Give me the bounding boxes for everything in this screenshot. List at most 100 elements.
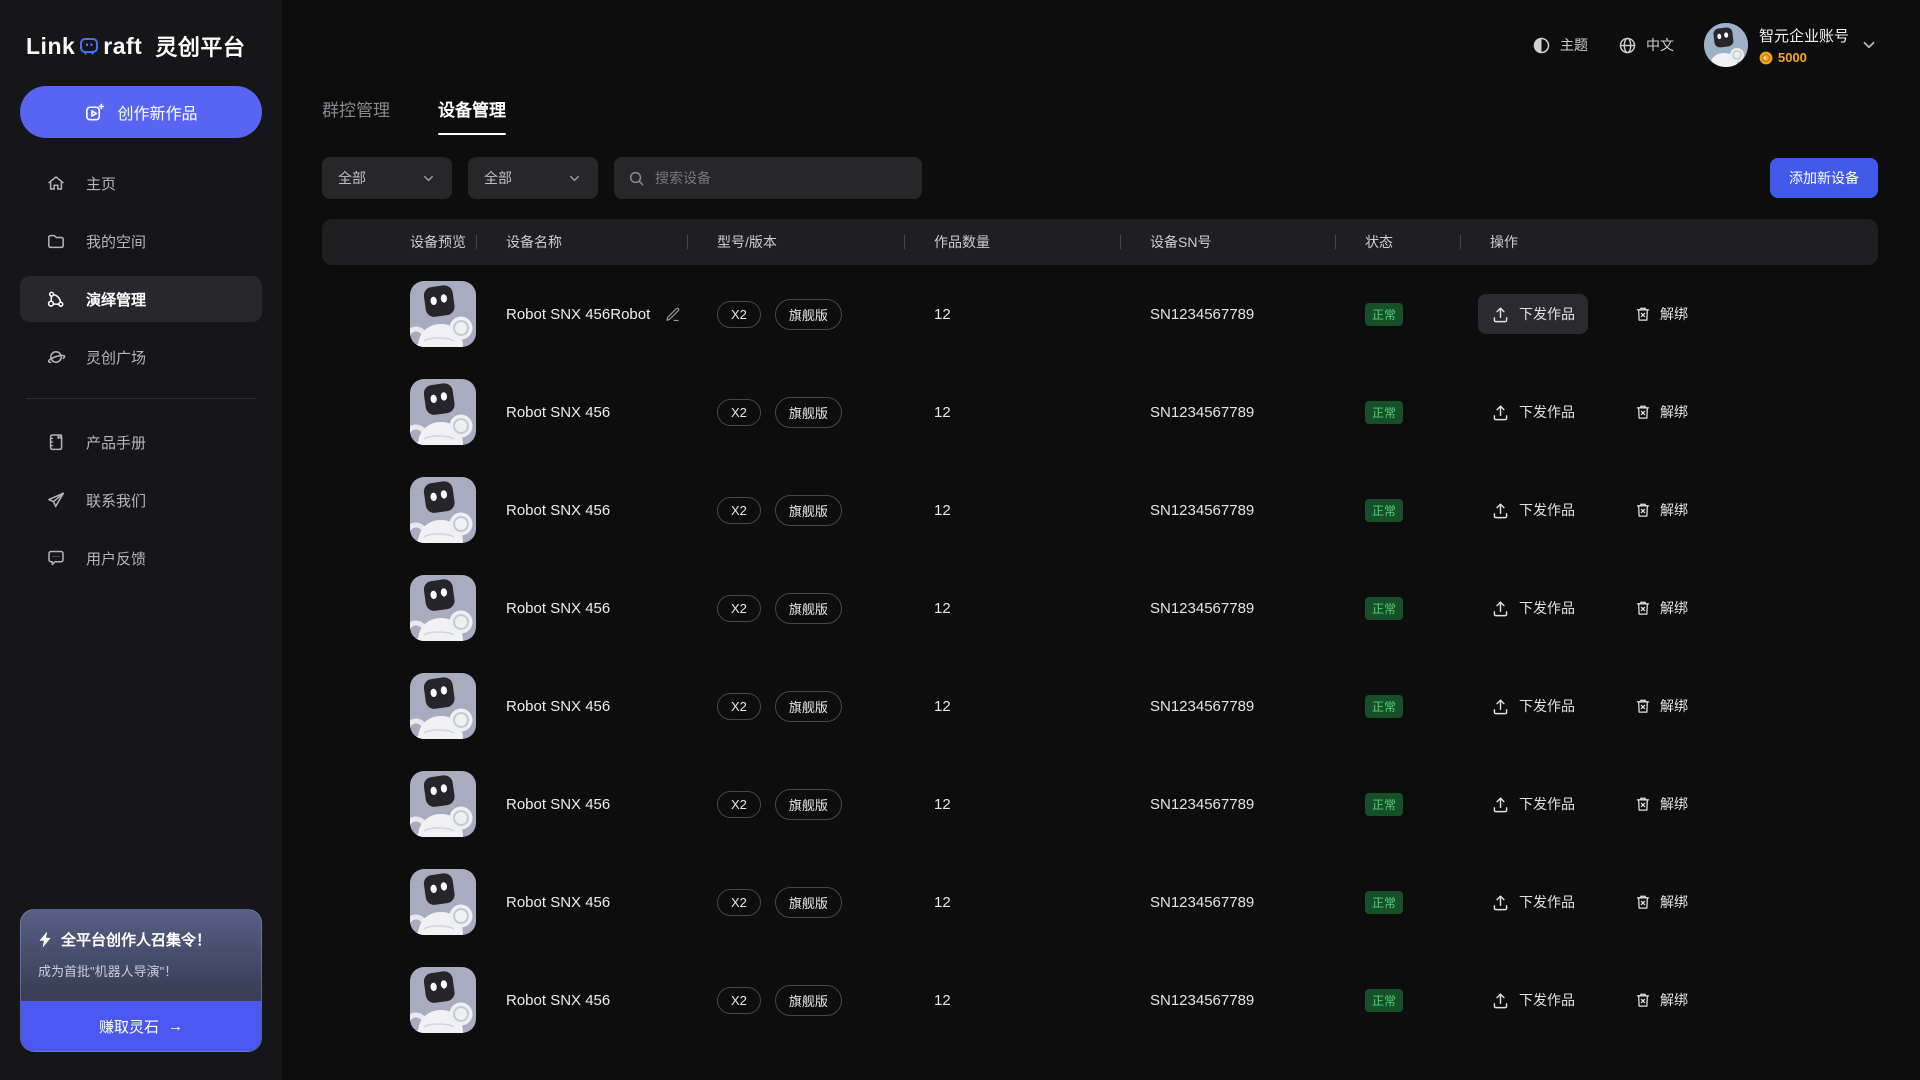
serial-number: SN1234567789 [1150,796,1254,813]
upload-icon [1491,305,1510,324]
search-input[interactable] [655,170,908,186]
trash-x-icon [1634,599,1652,617]
sidebar-item-label: 产品手册 [86,432,146,453]
account-name: 智元企业账号 [1759,25,1849,46]
planet-icon [46,347,66,367]
actions-cell: 下发作品 解绑 [1460,490,1878,530]
deploy-button[interactable]: 下发作品 [1478,294,1588,334]
unbind-label: 解绑 [1660,892,1688,912]
language-switcher[interactable]: 中文 [1618,35,1674,55]
tab-device-management[interactable]: 设备管理 [438,96,506,135]
actions-cell: 下发作品 解绑 [1460,784,1878,824]
unbind-label: 解绑 [1660,500,1688,520]
filter-dropdown-1[interactable]: 全部 [322,157,452,199]
status-badge: 正常 [1365,597,1403,620]
unbind-label: 解绑 [1660,304,1688,324]
sidebar-item-home[interactable]: 主页 [20,160,262,206]
search-icon [628,170,645,187]
status-badge: 正常 [1365,695,1403,718]
arrow-right-icon: → [168,1018,183,1035]
version-badge: 旗舰版 [775,887,842,918]
sidebar-item-label: 演绎管理 [86,289,146,310]
deploy-button[interactable]: 下发作品 [1478,980,1588,1020]
robot-face-logo-icon [78,35,100,57]
edit-name-icon[interactable] [664,306,681,323]
lightning-icon [38,931,53,948]
trash-x-icon [1634,305,1652,323]
version-badge: 旗舰版 [775,789,842,820]
deploy-button[interactable]: 下发作品 [1478,392,1588,432]
device-preview-cell [322,771,476,837]
sidebar-item-feedback[interactable]: 用户反馈 [20,535,262,581]
model-badge: X2 [717,889,761,916]
tab-group-control[interactable]: 群控管理 [322,96,390,135]
add-device-button[interactable]: 添加新设备 [1770,158,1878,198]
serial-number: SN1234567789 [1150,894,1254,911]
works-count: 12 [934,306,951,323]
model-badge: X2 [717,399,761,426]
coin-icon [1759,51,1773,65]
create-work-icon [84,102,105,123]
deploy-button[interactable]: 下发作品 [1478,686,1588,726]
theme-label: 主题 [1560,35,1588,55]
unbind-button[interactable]: 解绑 [1634,304,1688,324]
model-version-cell: X2 旗舰版 [687,887,904,918]
sidebar-item-performance-management[interactable]: 演绎管理 [20,276,262,322]
unbind-button[interactable]: 解绑 [1634,794,1688,814]
sidebar-item-plaza[interactable]: 灵创广场 [20,334,262,380]
unbind-button[interactable]: 解绑 [1634,500,1688,520]
serial-number: SN1234567789 [1150,502,1254,519]
sidebar-item-contact-us[interactable]: 联系我们 [20,477,262,523]
works-count-cell: 12 [904,894,1120,911]
deploy-button[interactable]: 下发作品 [1478,588,1588,628]
send-icon [46,490,66,510]
version-badge: 旗舰版 [775,593,842,624]
unbind-button[interactable]: 解绑 [1634,598,1688,618]
device-preview-cell [322,281,476,347]
trash-x-icon [1634,697,1652,715]
status-badge: 正常 [1365,891,1403,914]
deploy-button[interactable]: 下发作品 [1478,490,1588,530]
deploy-button[interactable]: 下发作品 [1478,882,1588,922]
filter-dropdown-2[interactable]: 全部 [468,157,598,199]
device-preview-cell [322,869,476,935]
column-header-preview: 设备预览 [322,232,476,252]
device-name-cell: Robot SNX 456 [476,992,687,1009]
device-name: Robot SNX 456 [506,502,610,519]
device-name-cell: Robot SNX 456 [476,698,687,715]
device-name-cell: Robot SNX 456 [476,894,687,911]
table-row: Robot SNX 456 X2 旗舰版 12 SN1234567789 正常 [322,657,1878,755]
dropdown-value: 全部 [484,168,512,188]
unbind-button[interactable]: 解绑 [1634,892,1688,912]
unbind-button[interactable]: 解绑 [1634,402,1688,422]
avatar [1704,23,1748,67]
unbind-button[interactable]: 解绑 [1634,696,1688,716]
deploy-button[interactable]: 下发作品 [1478,784,1588,824]
device-preview-cell [322,967,476,1033]
earn-gems-button[interactable]: 赚取灵石 → [21,1001,261,1051]
account-menu[interactable]: 智元企业账号 5000 [1704,23,1878,67]
model-version-cell: X2 旗舰版 [687,789,904,820]
create-work-button[interactable]: 创作新作品 [20,86,262,138]
serial-number-cell: SN1234567789 [1120,894,1335,911]
serial-number-cell: SN1234567789 [1120,600,1335,617]
model-version-cell: X2 旗舰版 [687,691,904,722]
chevron-down-icon[interactable] [1860,36,1878,54]
promo-card: 全平台创作人召集令！ 成为首批"机器人导演"！ 赚取灵石 → [20,909,262,1052]
deploy-label: 下发作品 [1519,500,1575,520]
robot-thumbnail [410,771,476,837]
sidebar-item-my-space[interactable]: 我的空间 [20,218,262,264]
unbind-button[interactable]: 解绑 [1634,990,1688,1010]
brand-prefix: Link [26,33,75,60]
deploy-label: 下发作品 [1519,598,1575,618]
works-count: 12 [934,600,951,617]
sidebar-item-product-manual[interactable]: 产品手册 [20,419,262,465]
version-badge: 旗舰版 [775,495,842,526]
table-row: Robot SNX 456 X2 旗舰版 12 SN1234567789 正常 [322,853,1878,951]
device-name-cell: Robot SNX 456Robot [476,306,687,323]
actions-cell: 下发作品 解绑 [1460,882,1878,922]
promo-title: 全平台创作人召集令！ [61,929,211,950]
serial-number-cell: SN1234567789 [1120,306,1335,323]
serial-number: SN1234567789 [1150,306,1254,323]
theme-toggle[interactable]: 主题 [1532,35,1588,55]
